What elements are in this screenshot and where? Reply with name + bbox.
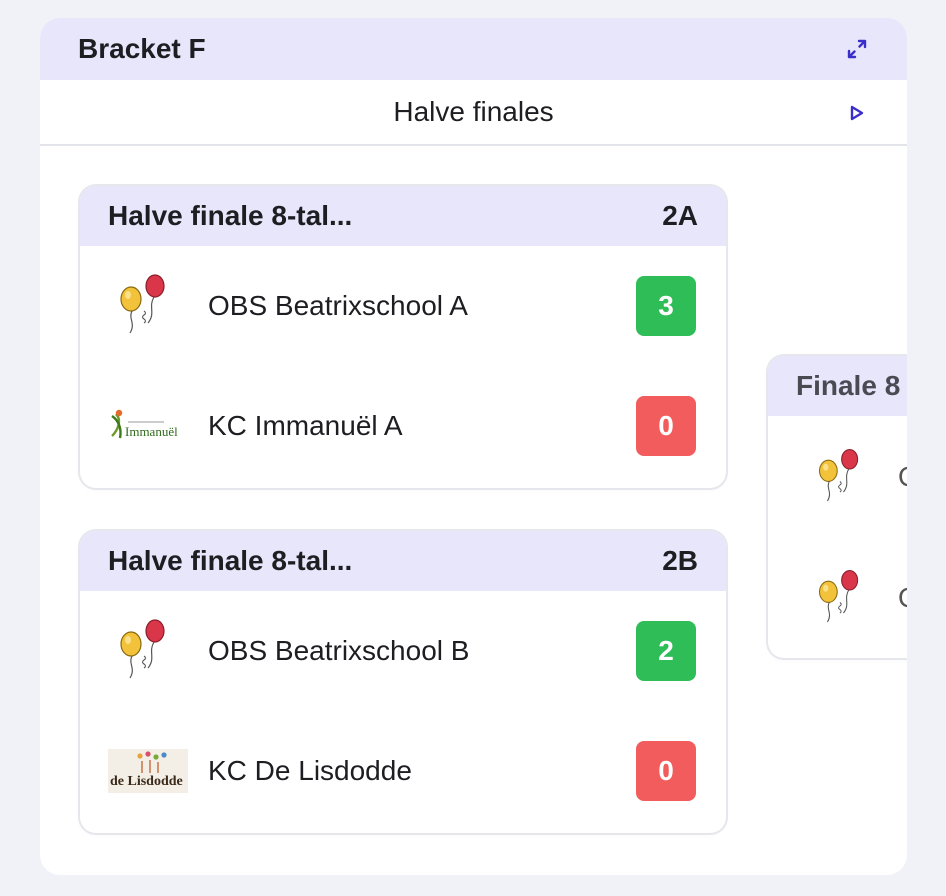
match-title: Halve finale 8-tal... [108, 545, 353, 576]
score-badge: 2 [636, 621, 696, 681]
team-name: OBS Beatrixschool B [208, 635, 470, 666]
team-row[interactable]: Immanuël KC Immanuël A 0 [80, 366, 726, 486]
match-code: 2B [662, 545, 698, 576]
score-badge: 0 [636, 396, 696, 456]
score-badge: 0 [636, 741, 696, 801]
balloons-logo [808, 556, 878, 640]
round-title: Halve finales [393, 96, 554, 127]
team-name: KC Immanuël A [208, 410, 403, 441]
team-name: OBS Beatrixschool A [208, 290, 468, 321]
match-code: 2A [662, 200, 698, 231]
balloons-logo [108, 609, 192, 693]
team-row[interactable]: OBS Beatrixschool B 2 [80, 591, 726, 711]
score-badge: 3 [636, 276, 696, 336]
match-card[interactable]: Halve finale 8-tal... 2A OBS Beatrixscho… [80, 186, 726, 488]
team-name: O [898, 461, 907, 493]
round-bar: Halve finales [40, 80, 907, 146]
match-title: Halve finale 8-tal... [108, 200, 353, 231]
team-row[interactable]: de Lisdodde KC De Lisdodde 0 [80, 711, 726, 831]
bracket-header: Bracket F [40, 18, 907, 80]
match-card-final[interactable]: Finale 8 O [768, 356, 907, 658]
balloons-logo [808, 435, 878, 519]
team-row[interactable]: OBS Beatrixschool A 3 [80, 246, 726, 366]
bracket-panel: Bracket F Halve finales Halve finale 8-t… [40, 18, 907, 875]
match-header: Halve finale 8-tal... 2A [80, 186, 726, 246]
immanuel-logo-text: Immanuël [125, 424, 178, 439]
play-icon[interactable] [847, 103, 867, 123]
lisdodde-logo: de Lisdodde [108, 729, 192, 813]
match-header: Finale 8 [768, 356, 907, 416]
bracket-title: Bracket F [78, 33, 206, 64]
team-row[interactable]: O [768, 416, 907, 537]
match-card[interactable]: Halve finale 8-tal... 2B OBS Beatrixscho… [80, 531, 726, 833]
match-title: Finale 8 [796, 370, 901, 401]
expand-icon[interactable] [845, 37, 869, 61]
match-header: Halve finale 8-tal... 2B [80, 531, 726, 591]
team-row[interactable]: O [768, 537, 907, 658]
bracket-stage: Halve finale 8-tal... 2A OBS Beatrixscho… [40, 148, 907, 875]
lisdodde-logo-text: de Lisdodde [110, 774, 183, 789]
team-name: O [898, 582, 907, 614]
balloons-logo [108, 264, 192, 348]
immanuel-logo: Immanuël [108, 384, 192, 468]
team-name: KC De Lisdodde [208, 755, 412, 786]
